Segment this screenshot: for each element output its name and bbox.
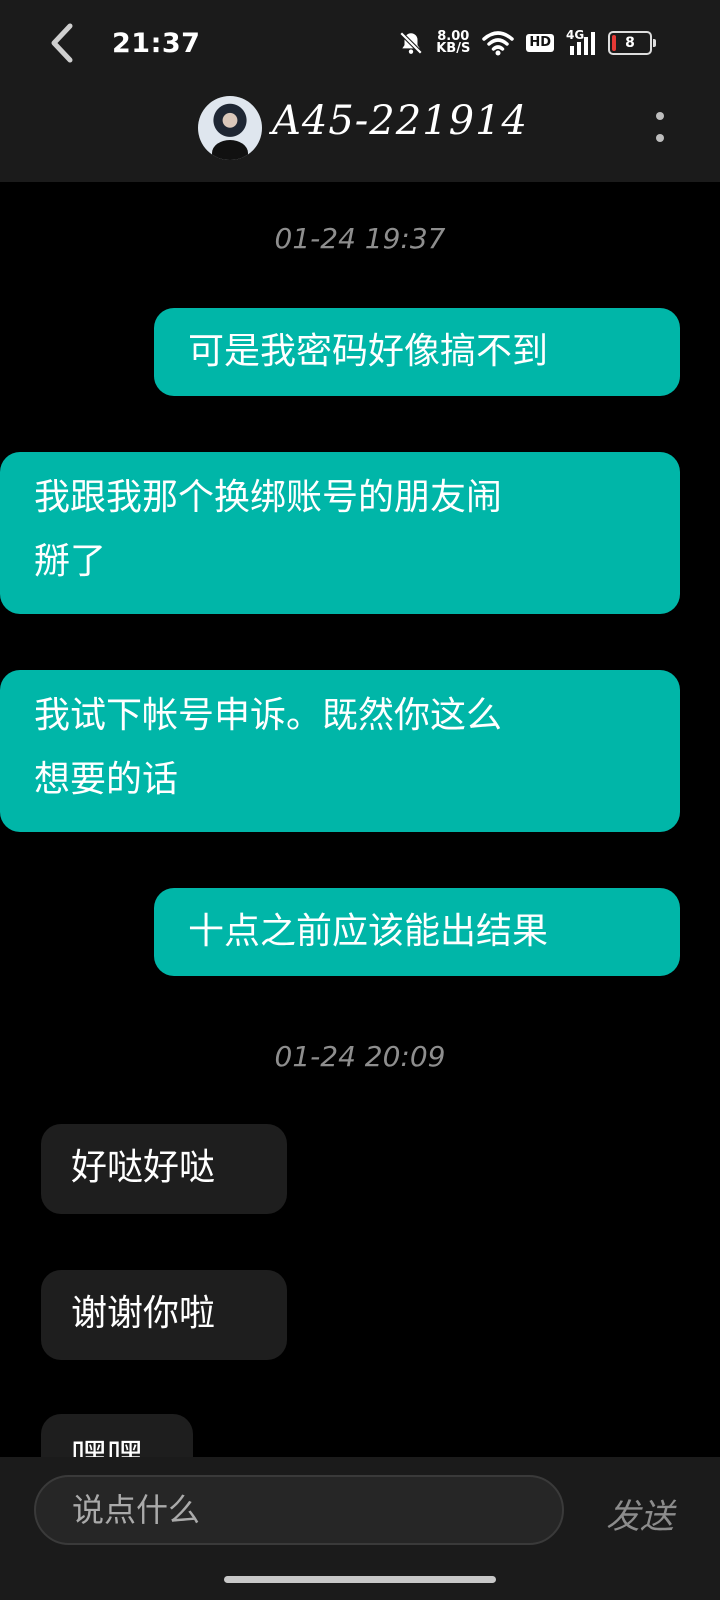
timestamp: 01-24 20:09 <box>274 1040 446 1073</box>
back-arrow-icon[interactable] <box>40 18 90 68</box>
message-line: 想要的话 <box>34 759 179 800</box>
input-placeholder: 说点什么 <box>72 1491 201 1529</box>
hd-badge: HD <box>526 34 554 52</box>
outgoing-message[interactable]: 可是我密码好像搞不到 <box>154 308 680 396</box>
timestamp: 01-24 19:37 <box>274 222 446 255</box>
incoming-message[interactable]: 嘿嘿 <box>41 1414 193 1457</box>
incoming-message[interactable]: 好哒好哒 <box>41 1124 287 1214</box>
outgoing-message[interactable]: 我跟我那个换绑账号的朋友闹 掰了 <box>0 452 680 614</box>
more-vertical-icon[interactable] <box>648 108 672 148</box>
home-indicator[interactable] <box>224 1576 496 1583</box>
message-list[interactable]: 01-24 19:37 可是我密码好像搞不到 我跟我那个换绑账号的朋友闹 掰了 … <box>0 182 720 1457</box>
status-bar: 21:37 8.00 KB/S HD 4G 8 <box>0 0 720 92</box>
contact-name: A45-221914 <box>272 98 528 144</box>
net-speed-unit: KB/S <box>436 41 471 56</box>
message-text: 谢谢你啦 <box>71 1293 216 1334</box>
mute-bell-icon <box>399 31 423 55</box>
send-button[interactable]: 发送 <box>606 1489 674 1538</box>
message-line: 我跟我那个换绑账号的朋友闹 <box>34 477 503 518</box>
message-text: 好哒好哒 <box>71 1147 216 1188</box>
message-line: 掰了 <box>34 541 107 582</box>
message-line: 我试下帐号申诉。既然你这么 <box>34 695 503 736</box>
outgoing-message[interactable]: 我试下帐号申诉。既然你这么 想要的话 <box>0 670 680 832</box>
message-text: 嘿嘿 <box>71 1437 143 1457</box>
status-time: 21:37 <box>112 28 201 59</box>
message-text: 可是我密码好像搞不到 <box>188 331 549 372</box>
incoming-message[interactable]: 谢谢你啦 <box>41 1270 287 1360</box>
wifi-icon <box>482 31 515 56</box>
message-input[interactable]: 说点什么 <box>34 1475 564 1545</box>
signal-icon: 4G <box>566 28 596 56</box>
battery-level: 8 <box>625 35 635 51</box>
battery-icon: 8 <box>608 31 656 55</box>
status-icons: 8.00 KB/S HD 4G 8 <box>398 28 656 56</box>
outgoing-message[interactable]: 十点之前应该能出结果 <box>154 888 680 976</box>
avatar[interactable] <box>198 96 262 160</box>
net-speed: 8.00 KB/S <box>436 30 471 56</box>
message-text: 十点之前应该能出结果 <box>188 911 549 952</box>
